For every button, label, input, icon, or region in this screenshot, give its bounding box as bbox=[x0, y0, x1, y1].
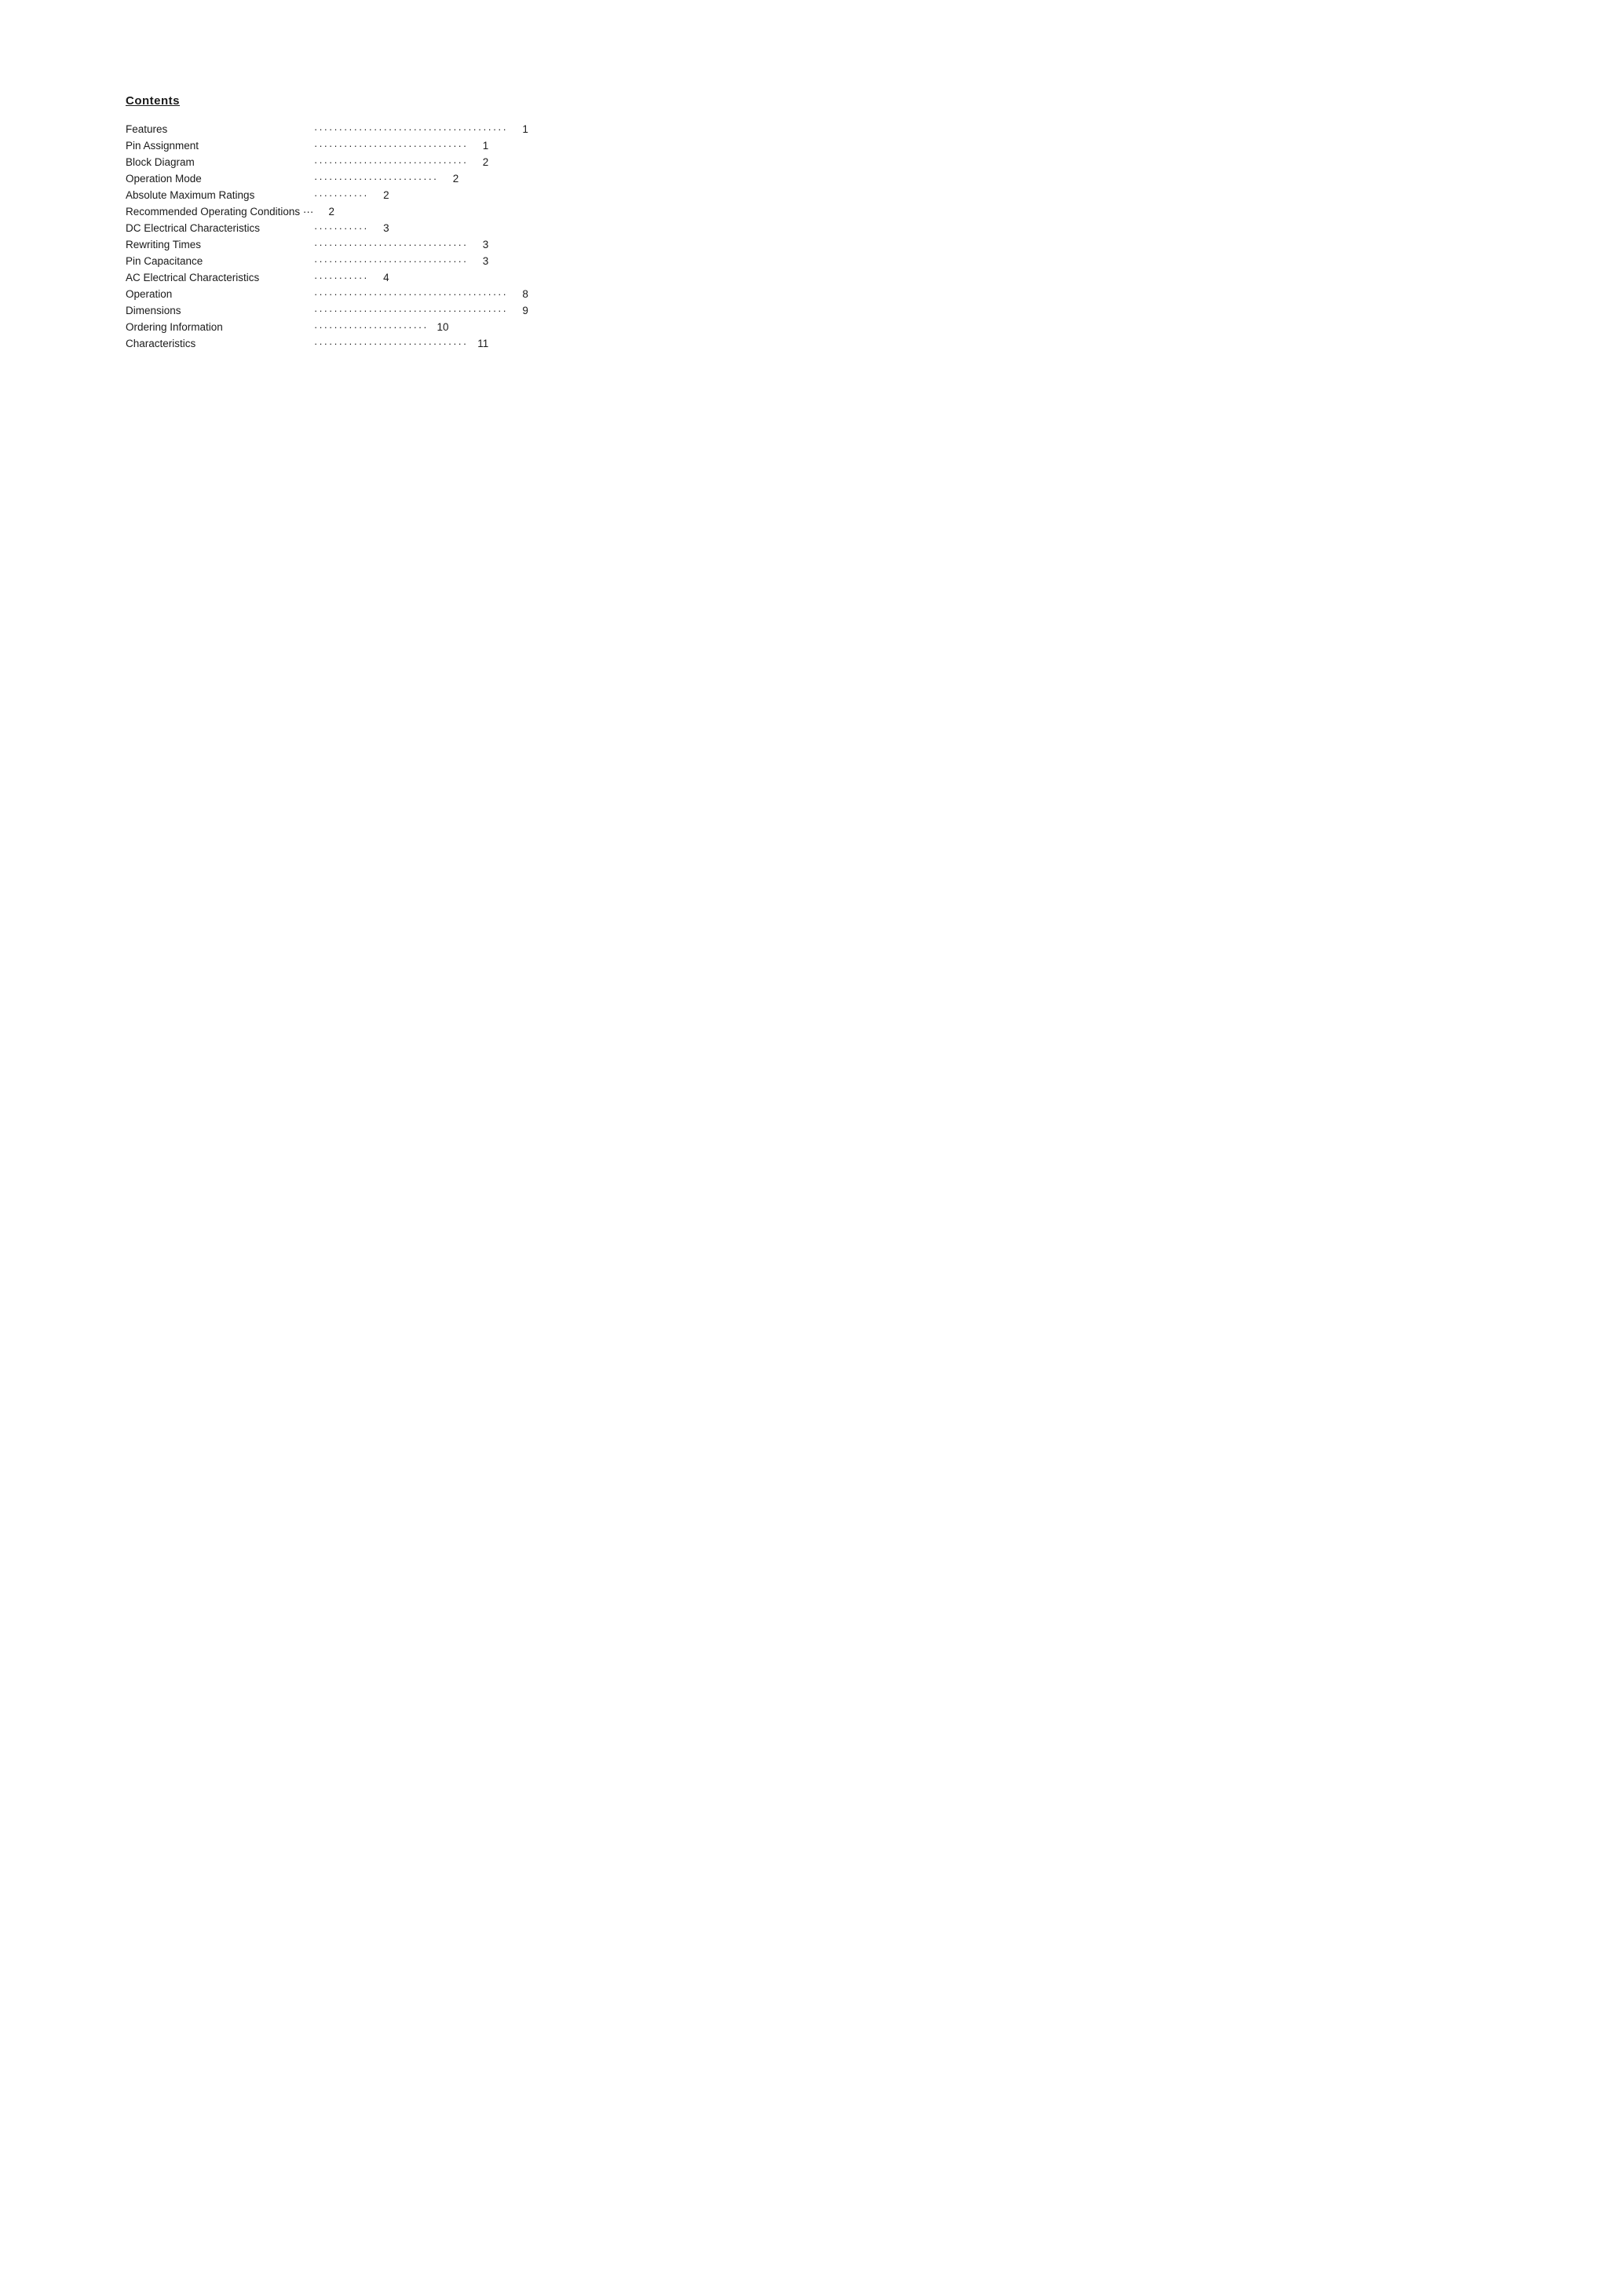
toc-item-label: Block Diagram bbox=[126, 156, 314, 168]
toc-item-label: Recommended Operating Conditions ··· bbox=[126, 206, 314, 218]
toc-item-label: Absolute Maximum Ratings bbox=[126, 189, 314, 201]
toc-item: Absolute Maximum Ratings··········· 2 bbox=[126, 189, 1496, 201]
toc-item-page: 2 bbox=[319, 206, 334, 218]
toc-item: Dimensions······························… bbox=[126, 305, 1496, 316]
page-container: Contents Features·······················… bbox=[0, 0, 1622, 447]
toc-item-page: 8 bbox=[513, 288, 528, 300]
toc-item-dots: ··········· bbox=[314, 189, 369, 201]
toc-item-page: 2 bbox=[443, 173, 458, 185]
toc-item-label: DC Electrical Characteristics bbox=[126, 222, 314, 234]
toc-item-label: Operation bbox=[126, 288, 314, 300]
contents-title: Contents bbox=[126, 94, 1496, 108]
toc-item-dots: ······························· bbox=[314, 255, 468, 267]
toc-item-page: 2 bbox=[473, 156, 488, 168]
toc-item-dots: ··········· bbox=[314, 222, 369, 234]
toc-item-label: Characteristics bbox=[126, 338, 314, 349]
toc-item-page: 11 bbox=[473, 338, 488, 349]
toc-item-label: Pin Assignment bbox=[126, 140, 314, 152]
toc-item-label: Rewriting Times bbox=[126, 239, 314, 250]
toc-item: Operation·······························… bbox=[126, 288, 1496, 300]
toc-item-dots: ······································· bbox=[314, 288, 508, 300]
toc-item: DC Electrical Characteristics···········… bbox=[126, 222, 1496, 234]
toc-item-dots: ······························· bbox=[314, 140, 468, 152]
toc-item-label: Features bbox=[126, 123, 314, 135]
toc-item-label: Pin Capacitance bbox=[126, 255, 314, 267]
toc-item: AC Electrical Characteristics···········… bbox=[126, 272, 1496, 283]
toc-item-label: Ordering Information bbox=[126, 321, 314, 333]
toc-item-page: 3 bbox=[374, 222, 389, 234]
toc-item: Ordering Information····················… bbox=[126, 321, 1496, 333]
toc-item: Pin Assignment··························… bbox=[126, 140, 1496, 152]
toc-item-dots: ··········· bbox=[314, 272, 369, 283]
toc-item-dots: ······································· bbox=[314, 305, 508, 316]
toc-item-dots: ······························· bbox=[314, 156, 468, 168]
toc-item: Operation Mode························· 2 bbox=[126, 173, 1496, 185]
toc-item-page: 9 bbox=[513, 305, 528, 316]
toc-item-page: 3 bbox=[473, 239, 488, 250]
toc-item: Characteristics·························… bbox=[126, 338, 1496, 349]
toc-item-page: 1 bbox=[473, 140, 488, 152]
toc-item-label: Dimensions bbox=[126, 305, 314, 316]
toc-item-page: 10 bbox=[433, 321, 449, 333]
toc-item: Rewriting Times·························… bbox=[126, 239, 1496, 250]
toc-item-page: 1 bbox=[513, 123, 528, 135]
toc-item-page: 4 bbox=[374, 272, 389, 283]
toc-item-page: 2 bbox=[374, 189, 389, 201]
toc-item-label: Operation Mode bbox=[126, 173, 314, 185]
toc-item: Block Diagram···························… bbox=[126, 156, 1496, 168]
toc-item: Pin Capacitance·························… bbox=[126, 255, 1496, 267]
toc-item-page: 3 bbox=[473, 255, 488, 267]
toc-item-dots: ······························· bbox=[314, 239, 468, 250]
toc-item-dots: ······································· bbox=[314, 123, 508, 135]
toc-item: Recommended Operating Conditions ··· 2 bbox=[126, 206, 1496, 218]
toc-item: Features································… bbox=[126, 123, 1496, 135]
toc-item-dots: ························· bbox=[314, 173, 438, 185]
toc-item-label: AC Electrical Characteristics bbox=[126, 272, 314, 283]
toc-container: Features································… bbox=[126, 123, 1496, 353]
toc-item-dots: ······················· bbox=[314, 321, 429, 333]
toc-item-dots: ······························· bbox=[314, 338, 468, 349]
